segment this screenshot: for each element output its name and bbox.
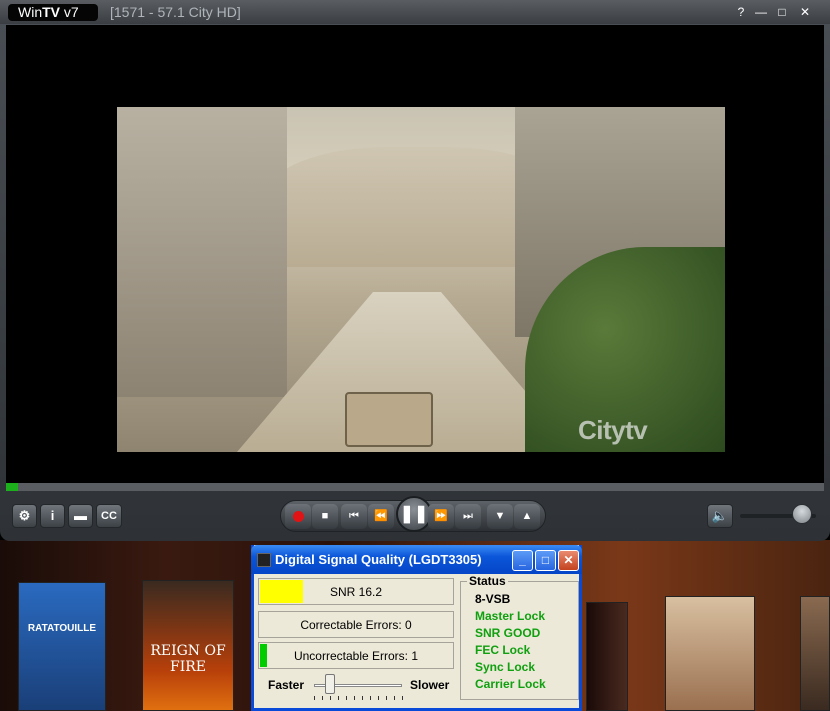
correctable-errors-label: Correctable Errors: 0 <box>300 618 412 632</box>
dvd-cover-3[interactable] <box>586 602 628 711</box>
pause-button[interactable]: ❚❚ <box>396 496 432 532</box>
wintv-window: WinTV v7 [1571 - 57.1 City HD] ? — □ ✕ C… <box>0 0 830 541</box>
folder-button[interactable]: ▬ <box>68 504 93 528</box>
cover-title: RATATOUILLE <box>27 623 97 634</box>
volume-button[interactable]: 🔈 <box>707 504 733 528</box>
cover-title: REIGN OF FIRE <box>150 643 226 675</box>
slower-label: Slower <box>410 678 450 692</box>
app-logo: WinTV v7 <box>8 4 98 21</box>
status-line: Carrier Lock <box>475 677 546 691</box>
channel-watermark: Citytv <box>578 415 648 445</box>
progress-fill <box>6 483 18 491</box>
minimize-button[interactable]: — <box>752 4 770 20</box>
logo-version: v7 <box>60 4 79 20</box>
status-line: Master Lock <box>475 609 546 623</box>
status-line: Sync Lock <box>475 660 536 674</box>
dialog-minimize-button[interactable]: _ <box>512 550 533 571</box>
dvd-cover-4[interactable] <box>665 596 755 711</box>
record-icon <box>292 510 304 522</box>
stop-button[interactable]: ■ <box>312 504 338 529</box>
transport-controls: ■ ⏮ ⏪ ❚❚ ⏩ ⏭ ▼ ▲ <box>280 496 546 532</box>
status-heading: Status <box>467 574 508 588</box>
screen: RATATOUILLE REIGN OF FIRE WinTV v7 [1571… <box>0 0 830 711</box>
settings-button[interactable]: ⚙ <box>12 504 37 528</box>
record-button[interactable] <box>285 504 311 529</box>
dvd-cover-5[interactable] <box>800 596 830 711</box>
chip-icon <box>257 553 271 567</box>
playback-progress-bar[interactable] <box>6 483 824 491</box>
maximize-button[interactable]: □ <box>773 4 791 20</box>
close-button[interactable]: ✕ <box>796 4 814 20</box>
dialog-title-bar[interactable]: Digital Signal Quality (LGDT3305) _ □ ✕ <box>251 545 582 574</box>
status-group: Status 8-VSB Master Lock SNR GOOD FEC Lo… <box>460 574 579 700</box>
title-bar[interactable]: WinTV v7 [1571 - 57.1 City HD] ? — □ ✕ <box>0 0 830 24</box>
signal-quality-dialog: Digital Signal Quality (LGDT3305) _ □ ✕ … <box>251 545 582 711</box>
dvd-cover-ratatouille[interactable]: RATATOUILLE <box>18 582 106 711</box>
info-button[interactable]: i <box>40 504 65 528</box>
correctable-errors-meter: Correctable Errors: 0 <box>258 611 454 638</box>
fast-forward-button[interactable]: ⏩ <box>428 504 454 529</box>
status-line: SNR GOOD <box>475 626 541 640</box>
dialog-close-button[interactable]: ✕ <box>558 550 579 571</box>
channel-info: [1571 - 57.1 City HD] <box>110 4 241 20</box>
video-area[interactable]: Citytv <box>6 25 824 483</box>
channel-down-button[interactable]: ▼ <box>487 504 513 529</box>
speed-slider-ticks <box>314 696 404 700</box>
control-bar: ⚙ i ▬ CC ■ ⏮ ⏪ ❚❚ ⏩ ⏭ ▼ ▲ 🔈 <box>0 492 830 540</box>
dvd-cover-reign-of-fire[interactable]: REIGN OF FIRE <box>142 580 234 711</box>
snr-label: SNR 16.2 <box>329 585 383 599</box>
speed-slider-thumb[interactable] <box>325 674 335 694</box>
logo-brand: TV <box>42 4 61 20</box>
closed-caption-button[interactable]: CC <box>96 504 122 528</box>
dialog-title: Digital Signal Quality (LGDT3305) <box>275 552 482 567</box>
uncorrectable-errors-label: Uncorrectable Errors: 1 <box>293 649 419 663</box>
faster-label: Faster <box>268 678 305 692</box>
snr-meter: SNR 16.2 <box>258 578 454 605</box>
dialog-maximize-button[interactable]: □ <box>535 550 556 571</box>
refresh-speed-slider: Faster Slower <box>268 674 454 704</box>
status-line: 8-VSB <box>475 592 511 606</box>
video-building-left <box>117 107 287 397</box>
video-picture <box>117 107 725 452</box>
volume-slider-thumb[interactable] <box>792 504 812 524</box>
logo-prefix: Win <box>18 4 43 20</box>
video-vehicle <box>345 392 433 447</box>
next-button[interactable]: ⏭ <box>455 504 481 529</box>
status-line: FEC Lock <box>475 643 531 657</box>
dialog-body: SNR 16.2 Correctable Errors: 0 Uncorrect… <box>254 574 579 708</box>
previous-button[interactable]: ⏮ <box>341 504 367 529</box>
channel-up-button[interactable]: ▲ <box>514 504 540 529</box>
rewind-button[interactable]: ⏪ <box>368 504 394 529</box>
help-button[interactable]: ? <box>732 4 750 20</box>
uncorrectable-errors-meter: Uncorrectable Errors: 1 <box>258 642 454 669</box>
